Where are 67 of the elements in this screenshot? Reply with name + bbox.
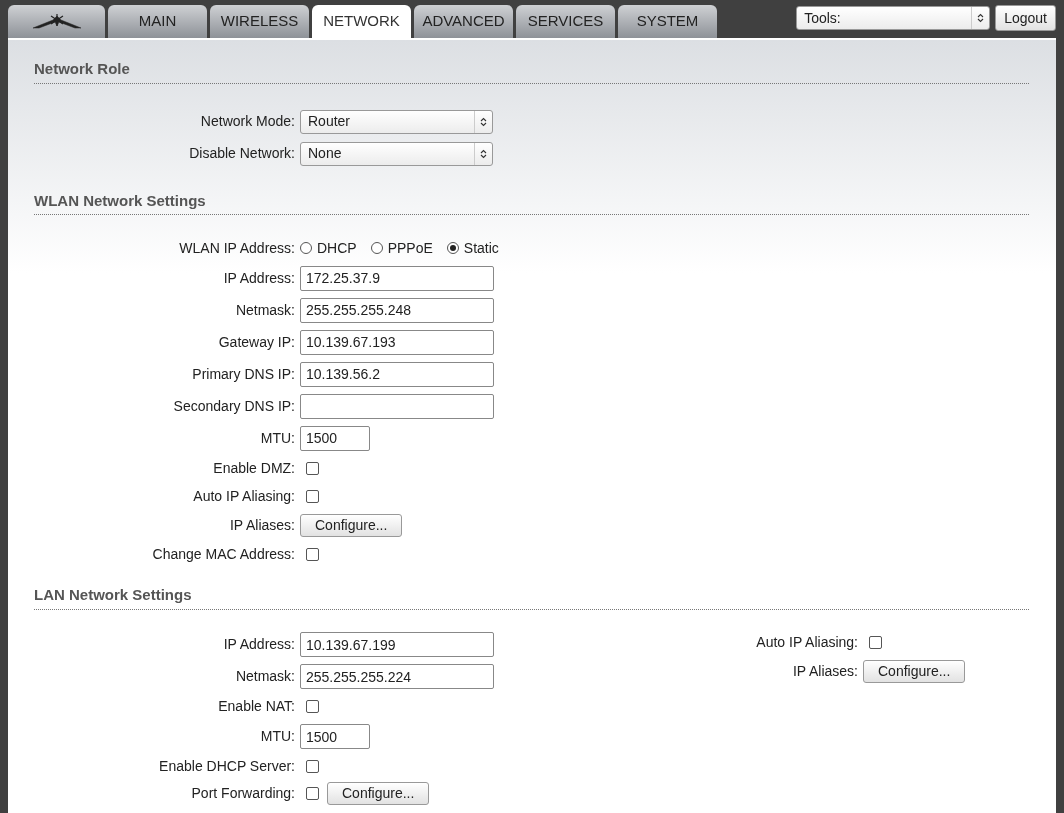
- field-label: IP Address:: [222, 635, 295, 654]
- field-label: Port Forwarding:: [190, 784, 295, 803]
- field-label: Netmask:: [234, 300, 295, 320]
- select-value: Tools:: [803, 8, 842, 28]
- radio-label: DHCP: [317, 238, 357, 258]
- text-field[interactable]: 10.139.56.2: [300, 361, 494, 387]
- checkbox[interactable]: [306, 461, 319, 475]
- configure-button[interactable]: Configure...: [327, 782, 430, 805]
- field-label: Network Mode:: [199, 112, 295, 131]
- chevron-updown-icon: [977, 13, 985, 23]
- field-label: Secondary DNS IP:: [172, 396, 295, 416]
- field-label: Netmask:: [234, 667, 295, 686]
- field-label: WLAN IP Address:: [178, 238, 295, 258]
- text-field[interactable]: 255.255.255.224: [300, 664, 494, 689]
- field-label: Change MAC Address:: [151, 544, 295, 564]
- field-label: Gateway IP:: [217, 332, 295, 352]
- field-label: Enable DMZ:: [212, 458, 295, 478]
- field-label: IP Aliases:: [228, 515, 295, 535]
- text-field[interactable]: 172.25.37.9: [300, 265, 494, 291]
- radio-button[interactable]: [300, 242, 312, 254]
- radio-label: PPPoE: [387, 238, 433, 258]
- nav-tab[interactable]: MAIN: [108, 5, 207, 38]
- checkbox[interactable]: [306, 700, 319, 713]
- field-label: MTU:: [259, 428, 295, 448]
- field-label: Auto IP Aliasing:: [755, 633, 858, 652]
- configure-button[interactable]: Configure...: [300, 513, 403, 537]
- checkbox[interactable]: [306, 489, 319, 503]
- text-field[interactable]: 10.139.67.193: [300, 329, 494, 355]
- nav-tab[interactable]: SERVICES: [516, 5, 615, 38]
- radio-button[interactable]: [446, 242, 459, 254]
- antenna-logo-icon: [30, 13, 83, 30]
- text-field[interactable]: 10.139.67.199: [300, 632, 494, 657]
- text-field[interactable]: 255.255.255.248: [300, 297, 494, 323]
- text-field[interactable]: [300, 393, 494, 419]
- dropdown-select[interactable]: Router: [300, 109, 493, 134]
- nav-tab[interactable]: SYSTEM: [618, 5, 717, 38]
- checkbox[interactable]: [306, 760, 319, 773]
- field-label: IP Address:: [222, 268, 295, 288]
- section-heading: Network Role: [34, 58, 1029, 84]
- section-heading: WLAN Network Settings: [34, 189, 1029, 215]
- field-label: IP Aliases:: [791, 662, 858, 681]
- field-label: Auto IP Aliasing:: [192, 486, 295, 506]
- nav-tab[interactable]: WIRELESS: [210, 5, 309, 38]
- tools-select[interactable]: Tools:: [796, 6, 991, 30]
- logo-tab[interactable]: [8, 5, 105, 38]
- field-label: Enable DHCP Server:: [158, 757, 295, 776]
- radio-button[interactable]: [370, 242, 383, 254]
- field-label: MTU:: [259, 727, 295, 746]
- dropdown-select[interactable]: None: [300, 141, 493, 166]
- checkbox[interactable]: [306, 787, 319, 800]
- field-label: Disable Network:: [188, 144, 295, 163]
- text-field[interactable]: 1500: [300, 724, 370, 749]
- chevron-updown-icon: [480, 148, 487, 159]
- chevron-updown-icon: [480, 116, 487, 127]
- select-value: None: [307, 144, 343, 163]
- logout-button[interactable]: Logout: [995, 5, 1056, 31]
- select-value: Router: [307, 112, 352, 131]
- radio-label: Static: [463, 238, 499, 258]
- configure-button[interactable]: Configure...: [863, 660, 966, 683]
- checkbox[interactable]: [869, 636, 882, 649]
- field-label: Enable NAT:: [217, 697, 295, 716]
- nav-tab[interactable]: NETWORK: [312, 5, 411, 38]
- section-heading: LAN Network Settings: [34, 584, 1029, 610]
- checkbox[interactable]: [306, 547, 319, 561]
- field-label: Primary DNS IP:: [191, 364, 295, 384]
- nav-tab[interactable]: ADVANCED: [414, 5, 513, 38]
- text-field[interactable]: 1500: [300, 425, 370, 451]
